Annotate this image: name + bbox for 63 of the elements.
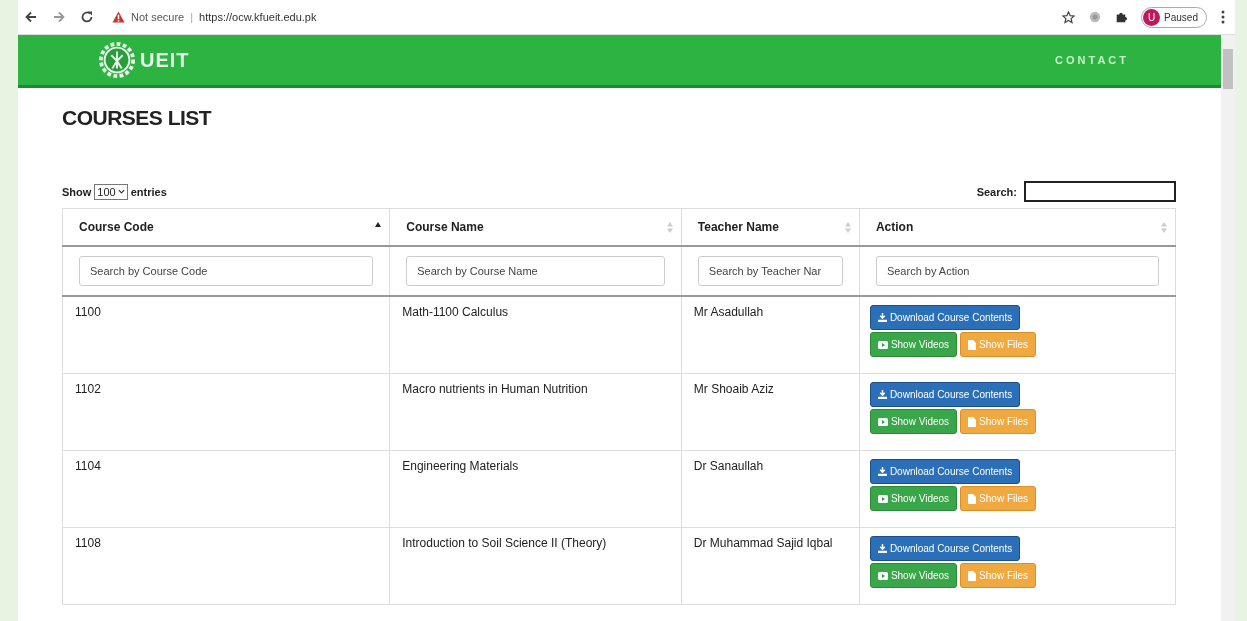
forward-icon[interactable] (52, 10, 66, 24)
address-bar[interactable]: https://ocw.kfueit.edu.pk (199, 11, 317, 23)
table-cell: Dr Muhammad Sajid Iqbal (693, 536, 833, 550)
gear-logo-icon (98, 41, 136, 79)
download-button[interactable]: Download Course Contents (869, 305, 1021, 330)
extension-icon[interactable] (1089, 11, 1102, 23)
download-icon (877, 313, 887, 322)
table-cell: Mr Shoaib Aziz (693, 382, 774, 396)
star-icon[interactable] (1062, 10, 1076, 24)
search-label: Search: (976, 185, 1017, 198)
video-icon (877, 571, 888, 580)
video-icon (877, 417, 888, 426)
video-icon (877, 494, 888, 503)
table-cell: 1104 (75, 459, 101, 473)
videos-button[interactable]: Show Videos (869, 409, 958, 434)
file-icon (968, 416, 977, 427)
entries-select[interactable]: 100 (94, 183, 128, 200)
separator: | (190, 11, 194, 23)
videos-button[interactable]: Show Videos (869, 332, 958, 357)
reload-icon[interactable] (80, 10, 94, 24)
column-filter-field[interactable]: Search by Teacher Nar (697, 256, 843, 286)
table-cell: Macro nutrients in Human Nutrition (402, 382, 588, 396)
scrollbar[interactable] (1221, 35, 1235, 621)
avatar: U (1143, 8, 1161, 26)
table-cell: 1108 (75, 536, 101, 550)
chevron-down-icon (117, 189, 125, 194)
table-cell: Dr Sanaullah (693, 459, 764, 473)
puzzle-icon[interactable] (1115, 11, 1128, 23)
videos-button[interactable]: Show Videos (869, 563, 958, 588)
video-icon (877, 340, 888, 349)
table-cell: Math-1100 Calculus (402, 305, 509, 319)
column-filter-field[interactable]: Search by Course Name (406, 256, 665, 286)
download-button[interactable]: Download Course Contents (869, 459, 1021, 484)
column-header[interactable]: Teacher Name (681, 208, 860, 246)
file-icon (968, 339, 977, 350)
table-cell: Introduction to Soil Science II (Theory) (402, 536, 607, 550)
site-logo-text: UEIT (140, 48, 190, 72)
download-icon (877, 467, 887, 476)
menu-icon[interactable] (1221, 10, 1225, 24)
download-icon (877, 390, 887, 399)
show-label: Show (62, 185, 92, 198)
file-icon (968, 493, 977, 504)
videos-button[interactable]: Show Videos (869, 486, 958, 511)
column-filter-field[interactable]: Search by Course Code (79, 256, 374, 286)
table-cell: Engineering Materials (402, 459, 519, 473)
security-label: Not secure (131, 11, 185, 23)
table-cell: 1102 (75, 382, 101, 396)
column-filter-field[interactable]: Search by Action (875, 256, 1159, 286)
download-button[interactable]: Download Course Contents (869, 382, 1021, 407)
back-icon[interactable] (24, 10, 38, 24)
table-cell: 1100 (75, 305, 101, 319)
entries-label: entries (130, 185, 167, 198)
scrollbar-thumb[interactable] (1223, 49, 1233, 89)
page-title: COURSES LIST (62, 106, 213, 130)
column-header[interactable]: Action (859, 208, 1176, 246)
table-cell: Mr Asadullah (693, 305, 764, 319)
column-header[interactable]: Course Name (389, 208, 682, 246)
column-header[interactable]: Course Code (62, 208, 390, 246)
file-icon (968, 570, 977, 581)
warning-icon (112, 11, 125, 23)
download-icon (877, 544, 887, 553)
search-field[interactable] (1024, 181, 1176, 202)
download-button[interactable]: Download Course Contents (869, 536, 1021, 561)
